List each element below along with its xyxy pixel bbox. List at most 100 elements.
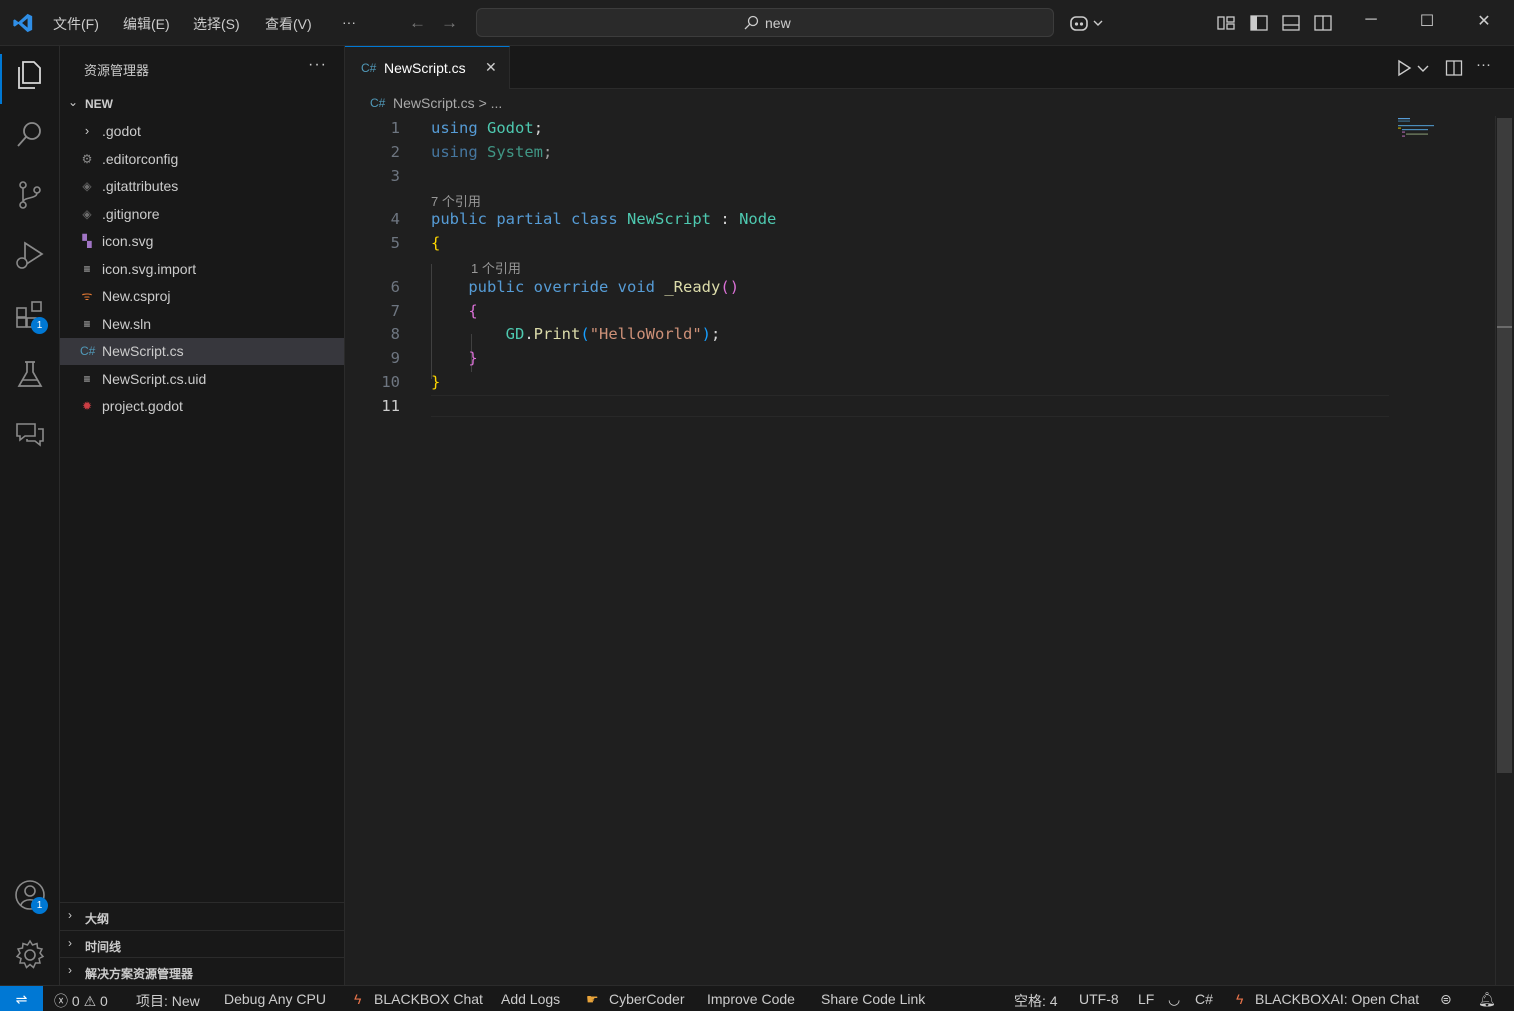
- code-editor[interactable]: 1 2 3 4 5 6 7 8 9 10 11 using Godot; usi…: [345, 116, 1495, 985]
- file-name: New.sln: [102, 316, 152, 332]
- explorer-title: 资源管理器: [84, 63, 150, 78]
- search-text: new: [765, 15, 791, 31]
- section-label: 时间线: [85, 940, 122, 954]
- folder-name: NEW: [85, 97, 113, 111]
- eol-status[interactable]: LF: [1138, 991, 1154, 1007]
- add-logs-button[interactable]: Add Logs: [501, 991, 560, 1007]
- svg-file-icon: ▚: [82, 234, 92, 248]
- share-code-link-button[interactable]: Share Code Link: [821, 991, 925, 1007]
- language-mode-status[interactable]: C#: [1195, 991, 1213, 1007]
- file-item-sln[interactable]: ≡ New.sln: [60, 311, 344, 338]
- section-label: 解决方案资源管理器: [85, 967, 194, 981]
- tab-newscript-cs[interactable]: C# NewScript.cs ✕: [345, 46, 510, 89]
- customize-layout-icon[interactable]: [1215, 12, 1237, 34]
- run-debug-icon[interactable]: [13, 238, 47, 272]
- debug-config-status[interactable]: Debug Any CPU: [224, 991, 326, 1007]
- copilot-icon[interactable]: [1068, 12, 1106, 34]
- line-number: 1: [390, 119, 400, 137]
- improve-code-button[interactable]: Improve Code: [707, 991, 795, 1007]
- cybercoder-button[interactable]: CyberCoder: [609, 991, 684, 1007]
- testing-icon[interactable]: [13, 358, 47, 392]
- scrollbar-thumb[interactable]: [1497, 118, 1512, 773]
- error-icon: ⓧ: [54, 993, 68, 1009]
- breadcrumb: C# NewScript.cs > ...: [345, 90, 1495, 116]
- remote-indicator-icon[interactable]: ⇌: [0, 986, 43, 1011]
- search-icon: [744, 15, 759, 30]
- file-name: .gitattributes: [102, 178, 179, 194]
- blackboxai-open-chat-button[interactable]: BLACKBOXAI: Open Chat: [1255, 991, 1419, 1007]
- encoding-status[interactable]: UTF-8: [1079, 991, 1119, 1007]
- source-control-icon[interactable]: [13, 178, 47, 212]
- indentation-status[interactable]: 空格: 4: [1014, 991, 1058, 1011]
- code-line-7: {: [468, 302, 478, 320]
- file-item-gitignore[interactable]: ◈ .gitignore: [60, 201, 344, 228]
- codelens-references-class[interactable]: 7 个引用: [431, 191, 481, 210]
- settings-gear-icon[interactable]: [13, 938, 47, 972]
- run-code-icon[interactable]: [1396, 59, 1412, 77]
- problems-indicator[interactable]: ⓧ 0 ⚠ 0: [54, 991, 108, 1011]
- outline-section[interactable]: › 大纲: [60, 902, 344, 929]
- menu-view[interactable]: 查看(V): [265, 14, 312, 34]
- git-diamond-icon: ◈: [82, 207, 92, 221]
- search-view-icon[interactable]: [13, 118, 47, 152]
- toggle-panel-icon[interactable]: [1280, 12, 1302, 34]
- explorer-icon[interactable]: [13, 58, 47, 92]
- menu-edit[interactable]: 编辑(E): [123, 14, 170, 34]
- active-indicator: [0, 54, 2, 104]
- code-line-1: using Godot;: [431, 119, 544, 137]
- minimize-icon[interactable]: ─: [1359, 11, 1383, 35]
- chevron-down-icon[interactable]: [1417, 65, 1429, 73]
- notifications-bell-icon[interactable]: 🔔︎: [1478, 991, 1496, 1008]
- go-back-icon[interactable]: ←: [409, 13, 426, 33]
- split-editor-icon[interactable]: [1445, 59, 1463, 77]
- chat-icon[interactable]: [13, 418, 47, 452]
- code-line-6: public override void _Ready(): [468, 278, 740, 296]
- csharp-icon: C#: [361, 61, 377, 75]
- text-lines-icon: ≡: [83, 262, 91, 276]
- file-item-icon-svg-import[interactable]: ≡ icon.svg.import: [60, 256, 344, 283]
- file-name: icon.svg.import: [102, 261, 197, 277]
- timeline-section[interactable]: › 时间线: [60, 930, 344, 957]
- minimap[interactable]: [1395, 116, 1495, 156]
- editor-more-icon[interactable]: ···: [1476, 56, 1491, 73]
- solution-explorer-section[interactable]: › 解决方案资源管理器: [60, 957, 344, 984]
- folder-header[interactable]: ⌄ NEW: [60, 92, 344, 116]
- explorer-sidebar: 资源管理器 ··· ⌄ NEW › .godot ⚙ .editorconfig…: [60, 46, 345, 985]
- close-tab-icon[interactable]: ✕: [485, 59, 497, 76]
- blackbox-chat-button[interactable]: BLACKBOX Chat: [374, 991, 483, 1007]
- pointing-hand-icon: ☛: [586, 991, 599, 1007]
- file-item-icon-svg[interactable]: ▚ icon.svg: [60, 228, 344, 255]
- file-item-csproj[interactable]: ᯤ New.csproj: [60, 283, 344, 310]
- command-center-search[interactable]: new: [476, 8, 1054, 37]
- explorer-more-button[interactable]: ···: [308, 56, 327, 74]
- go-forward-icon[interactable]: →: [441, 13, 458, 33]
- file-item-godot[interactable]: › .godot: [60, 118, 344, 145]
- menu-selection[interactable]: 选择(S): [193, 14, 240, 34]
- file-name: project.godot: [102, 398, 183, 414]
- file-item-project-godot[interactable]: ✹ project.godot: [60, 393, 344, 420]
- file-item-newscript-uid[interactable]: ≡ NewScript.cs.uid: [60, 366, 344, 393]
- godot-icon: ✹: [81, 399, 93, 413]
- file-name: icon.svg: [102, 233, 154, 249]
- file-item-gitattributes[interactable]: ◈ .gitattributes: [60, 173, 344, 200]
- project-status[interactable]: 项目: New: [136, 991, 200, 1011]
- section-label: 大纲: [85, 912, 110, 926]
- file-item-newscript-cs[interactable]: C# NewScript.cs: [60, 338, 344, 365]
- accounts-badge: 1: [31, 897, 48, 914]
- close-window-icon[interactable]: ✕: [1472, 11, 1496, 35]
- line-number: 5: [390, 234, 400, 252]
- file-name: .editorconfig: [102, 151, 179, 167]
- warning-icon: ⚠: [83, 993, 97, 1009]
- breadcrumb-file[interactable]: NewScript.cs > ...: [393, 95, 502, 111]
- file-item-editorconfig[interactable]: ⚙ .editorconfig: [60, 146, 344, 173]
- toggle-primary-sidebar-icon[interactable]: [1248, 12, 1270, 34]
- maximize-icon[interactable]: ☐: [1415, 11, 1439, 35]
- toggle-secondary-sidebar-icon[interactable]: [1312, 12, 1334, 34]
- copilot-status-icon[interactable]: ⊜: [1440, 991, 1452, 1008]
- code-line-9: }: [468, 349, 478, 367]
- menu-file[interactable]: 文件(F): [53, 14, 99, 34]
- activity-bar: 1 1: [0, 46, 60, 985]
- menu-more[interactable]: ···: [342, 14, 356, 30]
- text-lines-icon: ≡: [83, 317, 91, 331]
- codelens-references-method[interactable]: 1 个引用: [471, 258, 521, 277]
